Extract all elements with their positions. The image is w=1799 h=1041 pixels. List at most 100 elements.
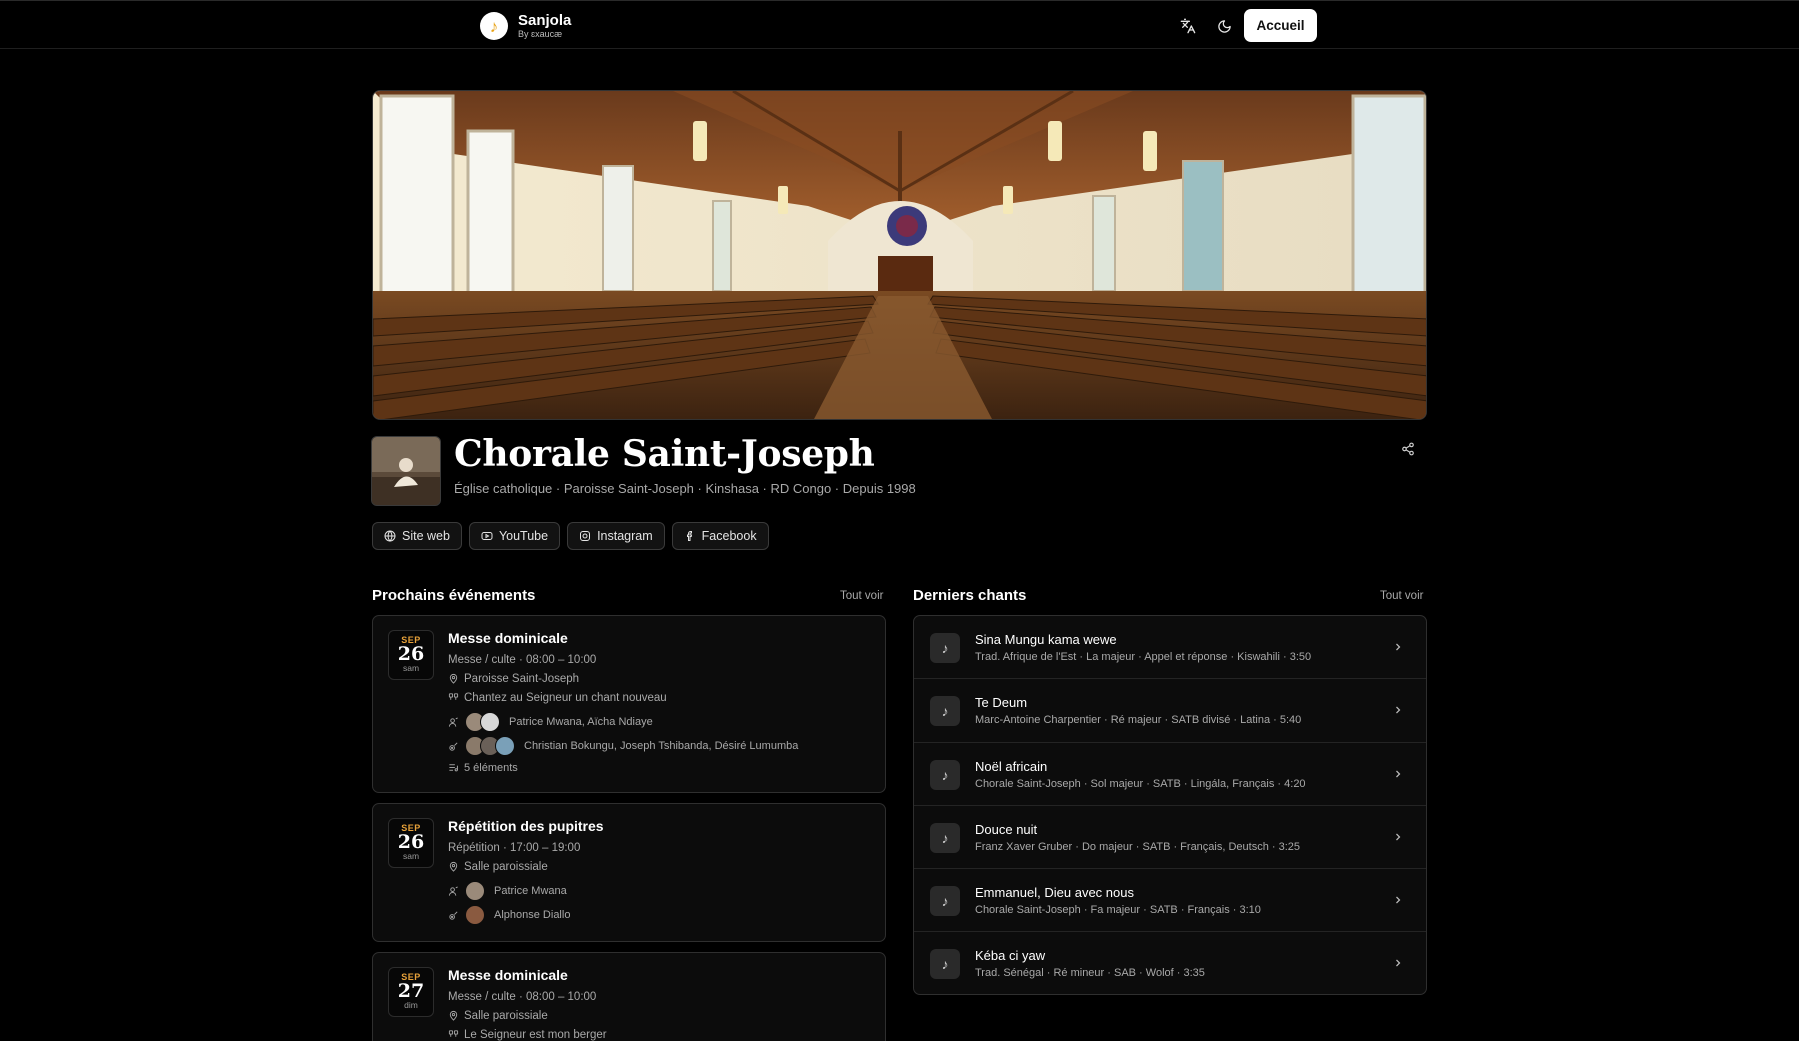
event-title: Messe dominicale <box>448 630 568 646</box>
event-location: Salle paroissiale <box>464 1009 548 1022</box>
conductor-icon <box>448 717 458 727</box>
church-banner-image <box>372 90 1427 420</box>
event-weekday: sam <box>402 663 420 673</box>
quote-icon <box>448 1030 459 1037</box>
song-row[interactable]: ♪ Noël africain Chorale Saint-Joseph · S… <box>914 743 1426 806</box>
song-row[interactable]: ♪ Te Deum Marc-Antoine Charpentier · Ré … <box>914 679 1426 743</box>
song-meta: Chorale Saint-Joseph · Fa majeur · SATB … <box>975 904 1261 917</box>
list-music-icon <box>449 764 458 772</box>
facebook-link[interactable]: Facebook <box>671 522 769 550</box>
music-note-icon: ♪ <box>930 949 960 980</box>
brand-name: Sanjola <box>518 12 572 29</box>
event-musicians: Alphonse Diallo <box>494 909 571 921</box>
music-note-icon: ♪ <box>930 696 960 727</box>
website-link-label: Site web <box>402 529 450 543</box>
song-title: Te Deum <box>975 695 1028 711</box>
event-weekday: dim <box>404 1000 418 1010</box>
event-program-count: 5 éléments <box>464 761 518 774</box>
brand[interactable]: ♪ Sanjola By ɛxaucæ <box>480 12 571 40</box>
moon-icon[interactable] <box>1214 16 1234 36</box>
event-info: Répétition · 17:00 – 19:00 <box>448 841 581 854</box>
event-title: Messe dominicale <box>448 967 568 983</box>
music-note-icon: ♪ <box>930 633 960 663</box>
event-card[interactable]: SEP 27 dim Messe dominicale Messe / cult… <box>372 952 886 1041</box>
event-date: SEP 26 sam <box>388 818 434 868</box>
choir-meta: Église catholique · Paroisse Saint-Josep… <box>454 481 916 496</box>
event-theme: Chantez au Seigneur un chant nouveau <box>464 691 667 704</box>
songs-list: ♪ Sina Mungu kama wewe Trad. Afrique de … <box>913 615 1427 995</box>
song-title: Sina Mungu kama wewe <box>975 632 1117 647</box>
location-pin-icon <box>449 861 458 872</box>
events-section-title: Prochains événements <box>372 587 536 604</box>
website-link[interactable]: Site web <box>372 522 462 550</box>
avatar <box>495 736 515 756</box>
song-title: Kéba ci yaw <box>975 948 1046 964</box>
youtube-link-label: YouTube <box>498 529 549 543</box>
facebook-link-label: Facebook <box>701 529 757 543</box>
chevron-right-icon <box>1396 643 1401 651</box>
event-weekday: sam <box>402 851 420 861</box>
songs-see-all-link[interactable]: Tout voir <box>1380 590 1423 602</box>
choir-title: Chorale Saint-Joseph <box>454 433 875 475</box>
music-note-icon: ♪ <box>930 886 960 917</box>
event-date: SEP 26 sam <box>388 630 434 680</box>
chevron-right-icon <box>1396 770 1401 778</box>
avatar <box>465 905 485 925</box>
event-date: SEP 27 dim <box>388 967 434 1017</box>
guitar-icon <box>449 742 458 751</box>
event-day: 26 <box>397 643 425 665</box>
song-row[interactable]: ♪ Sina Mungu kama wewe Trad. Afrique de … <box>914 616 1426 680</box>
event-info: Messe / culte · 08:00 – 10:00 <box>448 653 597 666</box>
avatar <box>465 881 485 901</box>
home-button[interactable]: Accueil <box>1244 9 1317 42</box>
music-note-icon: ♪ <box>930 759 960 790</box>
event-day: 26 <box>397 831 425 853</box>
event-directors: Patrice Mwana, Aïcha Ndiaye <box>509 716 653 728</box>
event-card[interactable]: SEP 26 sam Messe dominicale Messe / cult… <box>372 615 886 793</box>
event-musicians: Christian Bokungu, Joseph Tshibanda, Dés… <box>524 740 799 752</box>
song-meta: Franz Xaver Gruber · Do majeur · SATB · … <box>975 840 1301 853</box>
song-meta: Chorale Saint-Joseph · Sol majeur · SATB… <box>975 777 1306 790</box>
social-links: Site web YouTube Instagram Facebook <box>372 522 769 550</box>
events-see-all-link[interactable]: Tout voir <box>840 590 883 602</box>
chevron-right-icon <box>1396 960 1401 967</box>
instagram-icon <box>580 531 591 541</box>
event-location: Paroisse Saint-Joseph <box>464 672 580 685</box>
quote-icon <box>448 693 459 700</box>
youtube-icon <box>481 532 493 540</box>
translate-icon[interactable] <box>1178 16 1198 36</box>
facebook-icon <box>686 531 692 541</box>
location-pin-icon <box>449 673 458 684</box>
globe-icon <box>384 530 396 542</box>
songs-section-title: Derniers chants <box>913 587 1027 604</box>
brand-subtitle: By ɛxaucæ <box>518 29 563 39</box>
event-theme: Le Seigneur est mon berger <box>464 1028 607 1041</box>
avatar <box>480 712 500 732</box>
instagram-link[interactable]: Instagram <box>567 522 665 550</box>
event-info: Messe / culte · 08:00 – 10:00 <box>448 990 597 1003</box>
event-location: Salle paroissiale <box>464 860 548 873</box>
chevron-right-icon <box>1396 706 1401 714</box>
conductor-icon <box>448 886 458 896</box>
share-icon[interactable] <box>1401 442 1421 462</box>
youtube-link[interactable]: YouTube <box>468 522 561 550</box>
song-row[interactable]: ♪ Emmanuel, Dieu avec nous Chorale Saint… <box>914 869 1426 933</box>
location-pin-icon <box>449 1010 458 1021</box>
song-title: Douce nuit <box>975 821 1038 837</box>
song-row[interactable]: ♪ Kéba ci yaw Trad. Sénégal · Ré mineur … <box>914 932 1426 994</box>
event-title: Répétition des pupitres <box>448 818 604 834</box>
song-row[interactable]: ♪ Douce nuit Franz Xaver Gruber · Do maj… <box>914 806 1426 870</box>
song-meta: Trad. Afrique de l'Est · La majeur · App… <box>975 651 1312 663</box>
chevron-right-icon <box>1396 896 1401 904</box>
guitar-icon <box>449 911 458 920</box>
brand-logo-icon: ♪ <box>480 12 508 40</box>
top-navigation-bar: ♪ Sanjola By ɛxaucæ Accueil <box>0 0 1799 49</box>
choir-avatar-image <box>371 436 441 506</box>
event-directors: Patrice Mwana <box>494 885 567 897</box>
event-card[interactable]: SEP 26 sam Répétition des pupitres Répét… <box>372 803 886 942</box>
song-meta: Marc-Antoine Charpentier · Ré majeur · S… <box>975 714 1302 727</box>
music-note-icon: ♪ <box>930 822 960 853</box>
instagram-link-label: Instagram <box>597 529 653 543</box>
song-title: Noël africain <box>975 758 1048 774</box>
chevron-right-icon <box>1396 833 1401 841</box>
